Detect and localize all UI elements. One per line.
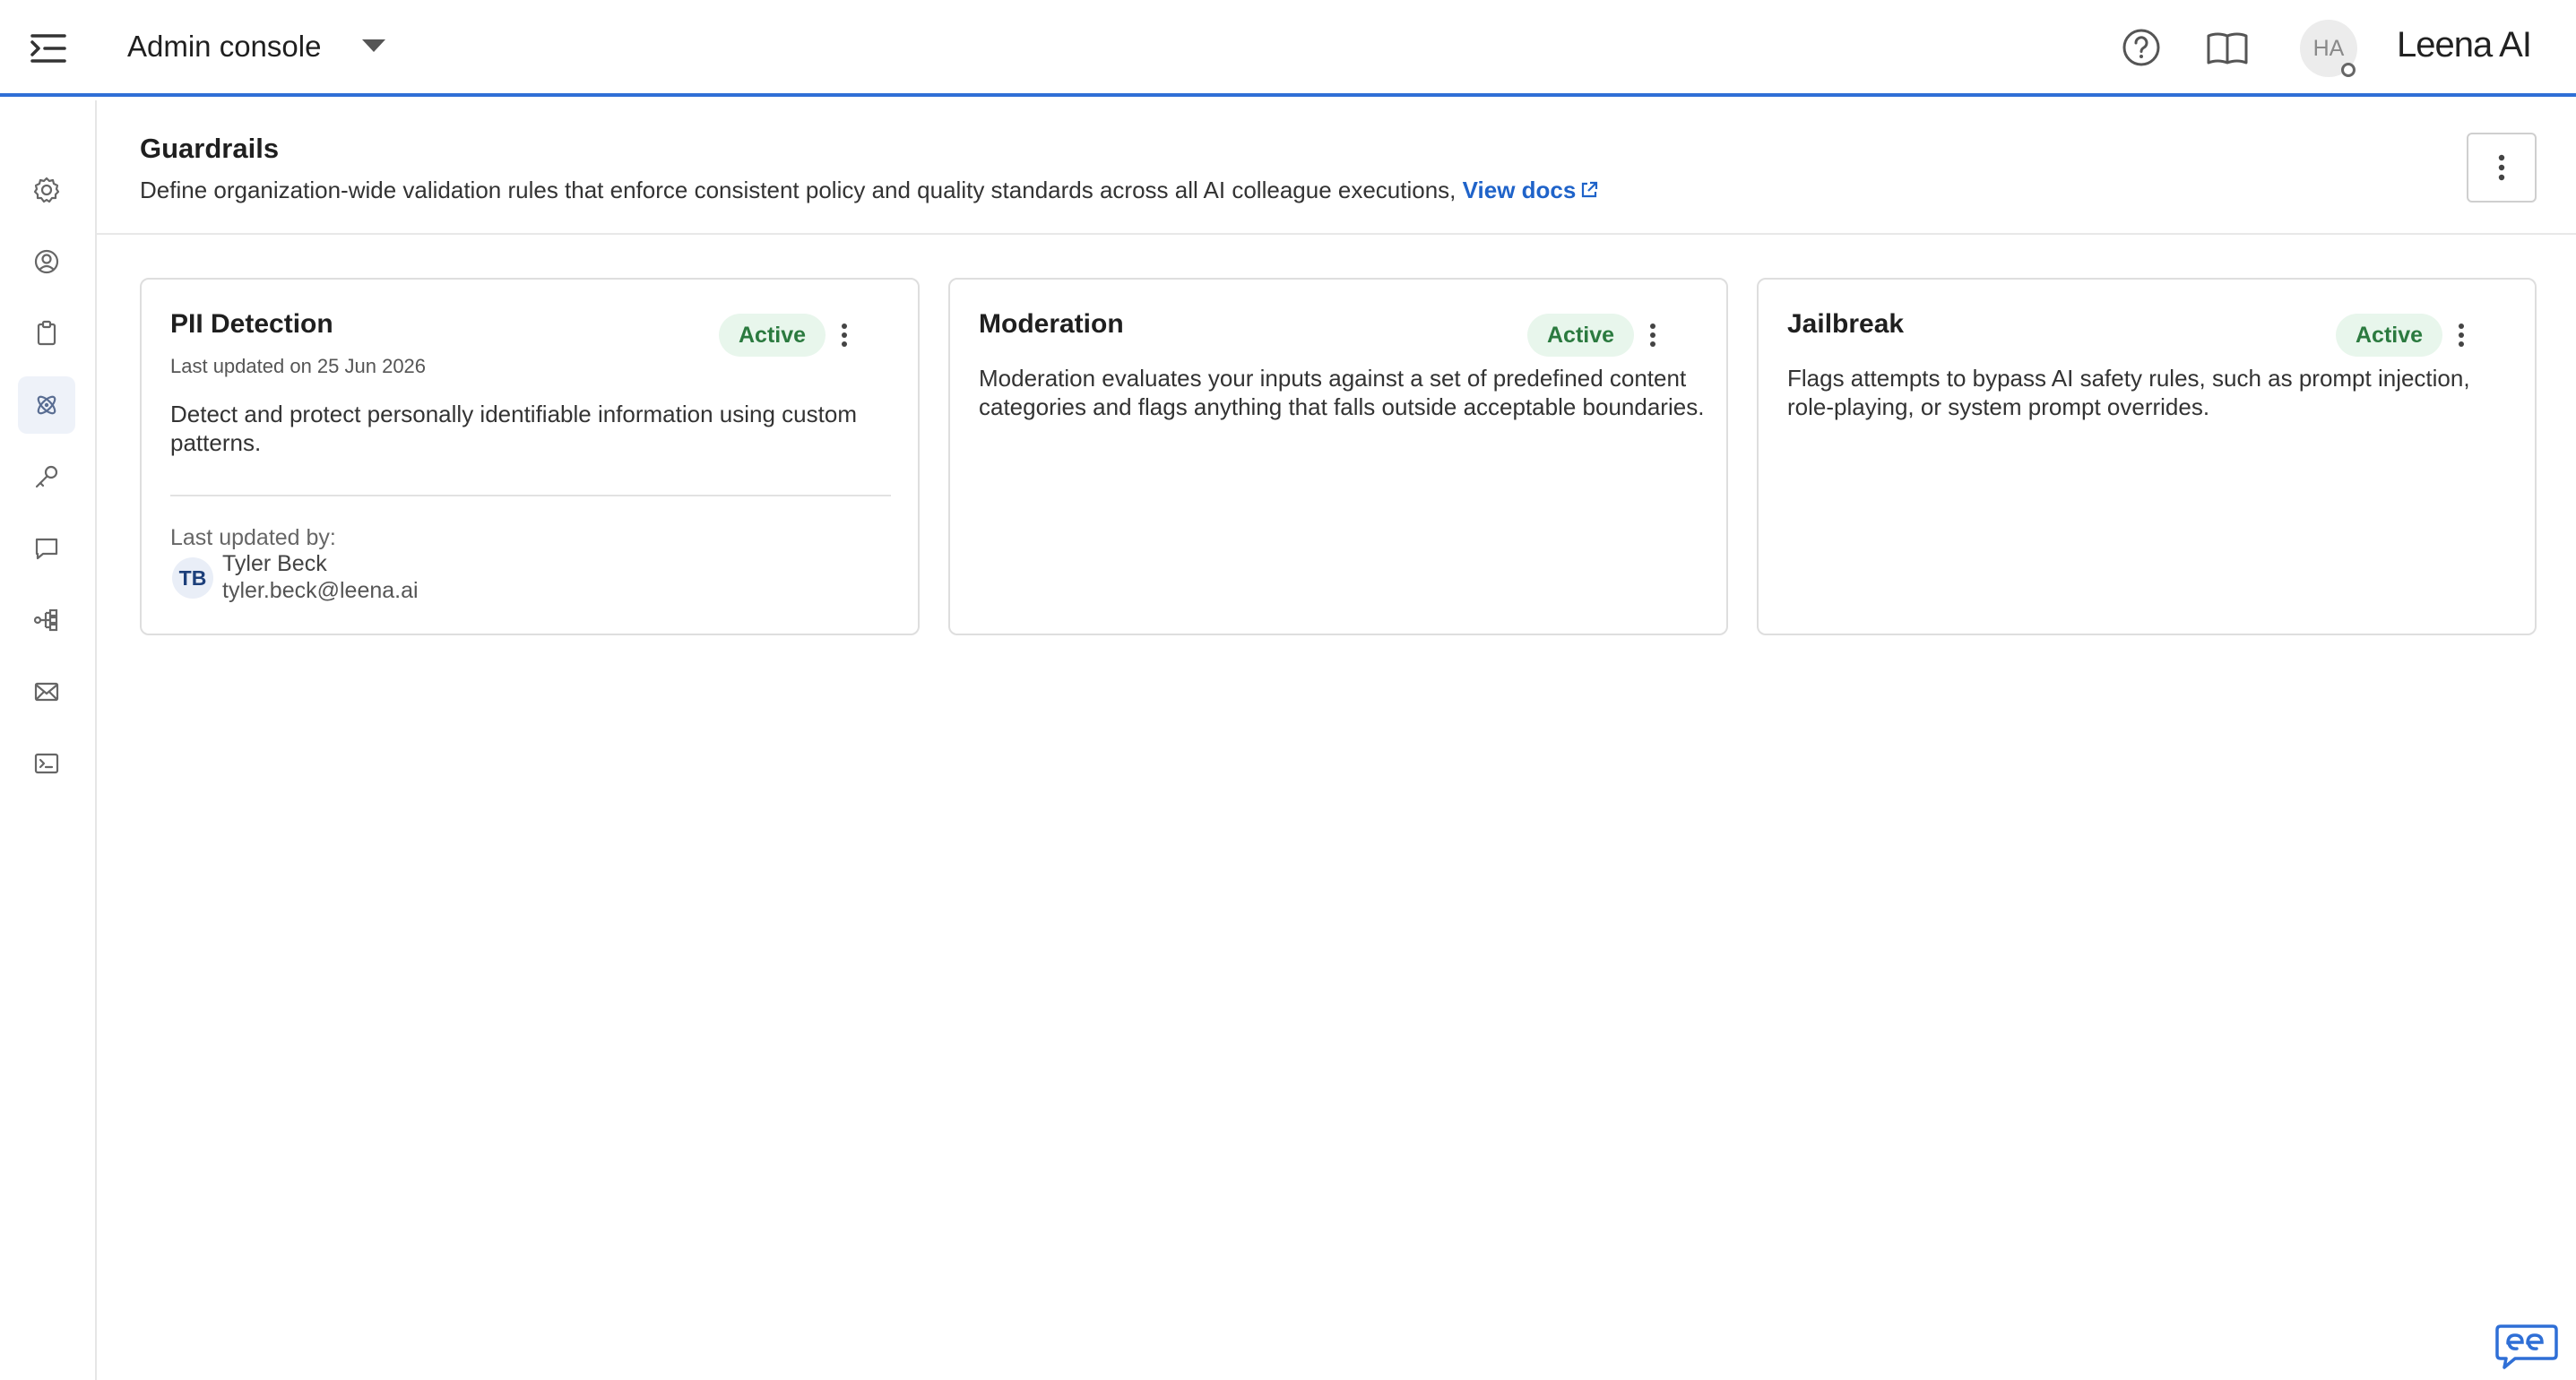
sidebar-item-keys[interactable]: [18, 448, 75, 505]
sidebar-item-console[interactable]: [18, 735, 75, 792]
terminal-icon: [34, 753, 59, 774]
updated-by-label: Last updated by:: [170, 525, 336, 550]
guardrail-card-moderation[interactable]: Moderation Active Moderation evaluates y…: [948, 278, 1728, 635]
view-docs-label: View docs: [1462, 177, 1577, 203]
external-link-icon: [1582, 181, 1598, 198]
sidebar-item-guardrails[interactable]: [18, 376, 75, 434]
sidebar-item-workflows[interactable]: [18, 591, 75, 649]
guardrail-card-pii-detection[interactable]: PII Detection Active Last updated on 25 …: [140, 278, 920, 635]
help-icon[interactable]: [2121, 27, 2162, 68]
card-more-options-button[interactable]: [2442, 315, 2481, 355]
sidebar-item-conversations[interactable]: [18, 520, 75, 577]
more-vertical-icon: [2459, 323, 2464, 347]
chat-assistant-icon[interactable]: [2495, 1321, 2558, 1371]
card-more-options-button[interactable]: [1633, 315, 1673, 355]
updated-by-name: Tyler Beck: [222, 551, 327, 576]
more-vertical-icon: [2498, 154, 2505, 181]
sidebar-item-settings[interactable]: [18, 161, 75, 219]
status-indicator: [2341, 63, 2356, 77]
workflow-icon: [33, 608, 58, 632]
card-title: PII Detection: [170, 309, 333, 339]
brand-logo: Leena AI: [2397, 25, 2532, 65]
card-title: Jailbreak: [1787, 309, 1905, 339]
sidebar-item-email[interactable]: [18, 663, 75, 720]
page-more-options-button[interactable]: [2467, 133, 2537, 203]
app-title[interactable]: Admin console: [127, 27, 321, 66]
top-bar: Admin console HA Leena AI: [0, 0, 2576, 97]
card-description: Moderation evaluates your inputs against…: [979, 365, 1705, 420]
avatar: TB: [172, 557, 213, 599]
clipboard-icon: [37, 320, 56, 346]
guardrail-card-jailbreak[interactable]: Jailbreak Active Flags attempts to bypas…: [1757, 278, 2537, 635]
card-divider: [170, 495, 891, 496]
sidebar: [0, 100, 97, 1380]
guardrails-icon: [37, 395, 56, 415]
user-circle-icon: [34, 249, 59, 274]
card-more-options-button[interactable]: [825, 315, 864, 355]
sidebar-item-users[interactable]: [18, 233, 75, 290]
status-badge: Active: [719, 314, 826, 357]
menu-toggle-icon[interactable]: [29, 30, 68, 66]
page-header: Guardrails Define organization-wide vali…: [97, 100, 2576, 235]
status-badge: Active: [2336, 314, 2443, 357]
chat-icon: [35, 538, 58, 560]
more-vertical-icon: [842, 323, 847, 347]
page-description-text: Define organization-wide validation rule…: [140, 177, 1457, 203]
key-icon: [35, 465, 58, 488]
more-vertical-icon: [1650, 323, 1655, 347]
mail-icon: [34, 682, 59, 702]
sidebar-item-tasks[interactable]: [18, 305, 75, 362]
gear-icon: [33, 177, 60, 203]
card-description: Flags attempts to bypass AI safety rules…: [1787, 365, 2470, 420]
card-last-updated: Last updated on 25 Jun 2026: [170, 355, 427, 377]
page-title: Guardrails: [140, 133, 280, 164]
chevron-down-icon[interactable]: [362, 39, 385, 52]
updated-by-email: tyler.beck@leena.ai: [222, 578, 419, 603]
book-icon[interactable]: [2205, 29, 2250, 68]
page-description: Define organization-wide validation rule…: [140, 174, 1599, 206]
card-description: Detect and protect personally identifiab…: [170, 401, 857, 456]
status-badge: Active: [1527, 314, 1635, 357]
view-docs-link[interactable]: View docs: [1463, 177, 1600, 203]
card-title: Moderation: [979, 309, 1124, 339]
